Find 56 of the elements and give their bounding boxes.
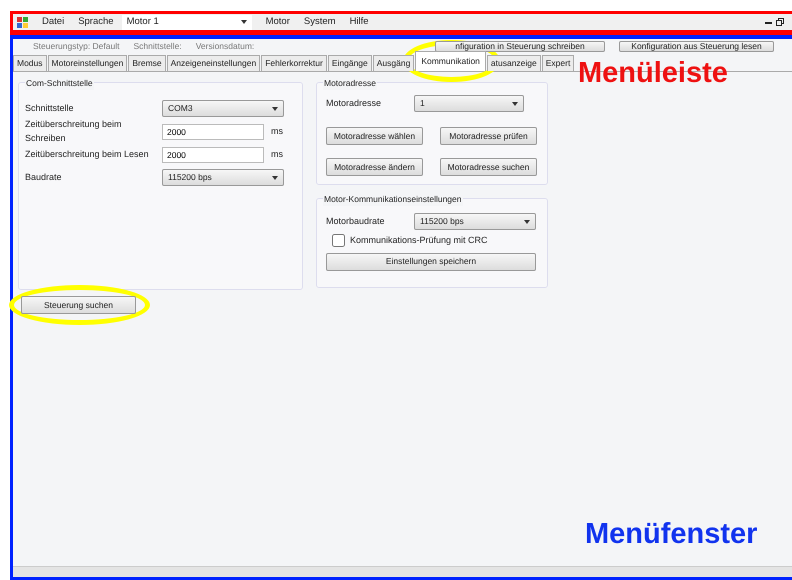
info-text: Steuerungstyp: Default (33, 40, 120, 52)
search-controller-button[interactable]: Steuerung suchen (21, 296, 136, 314)
config-read-button[interactable]: Konfiguration aus Steuerung lesen (619, 40, 774, 52)
field-label: Motoradresse (326, 96, 382, 110)
caret-icon (512, 102, 518, 106)
menu-item[interactable]: Datei (42, 14, 64, 30)
menu-item[interactable]: Hilfe (350, 14, 369, 30)
unit-label: ms (271, 148, 283, 161)
config-write-button[interactable]: nfiguration in Steuerung schreiben (435, 40, 605, 52)
caret-icon (240, 20, 247, 24)
dropdown[interactable]: 115200 bps (414, 213, 536, 230)
info-text: Schnittstelle: (133, 40, 182, 52)
info-text: Versionsdatum: (196, 40, 254, 52)
group-title: Motoradresse (323, 77, 377, 90)
address-button[interactable]: Motoradresse suchen (440, 158, 537, 176)
tab[interactable]: Expert (542, 55, 574, 71)
save-settings-button[interactable]: Einstellungen speichern (326, 252, 536, 270)
menu-item[interactable]: System (304, 14, 336, 30)
tab[interactable]: Modus (13, 55, 47, 71)
tab[interactable]: Eingänge (328, 55, 372, 71)
caret-icon (524, 220, 530, 224)
tab[interactable]: Ausgäng (372, 55, 414, 71)
checkbox[interactable] (332, 234, 345, 248)
unit-label: ms (271, 124, 283, 138)
address-button[interactable]: Motoradresse ändern (326, 158, 423, 176)
tab[interactable]: atusanzeige (486, 55, 541, 71)
tab[interactable]: Anzeigeneinstellungen (166, 55, 260, 71)
address-button[interactable]: Motoradresse wählen (326, 127, 423, 145)
field-label: Zeitüberschreitung beim Lesen (25, 148, 150, 161)
field-label: Baudrate (25, 170, 63, 184)
tab[interactable]: Motoreinstellungen (48, 55, 128, 71)
caret-icon (272, 106, 278, 110)
field-label: Schnittstelle (25, 102, 75, 115)
input-field[interactable]: 2000 (162, 124, 264, 140)
app-icon (17, 16, 28, 28)
tab[interactable]: Fehlerkorrektur (261, 55, 327, 71)
checkbox-label: Kommunikations-Prüfung mit CRC (350, 234, 488, 247)
motor-select[interactable]: Motor 1 (122, 14, 252, 30)
caret-icon (272, 176, 278, 180)
dropdown[interactable]: 115200 bps (162, 169, 284, 186)
group-title: Motor-Kommunikationseinstellungen (323, 193, 462, 206)
input-field[interactable]: 2000 (162, 146, 264, 162)
minimize-icon[interactable] (764, 20, 772, 24)
address-button[interactable]: Motoradresse prüfen (440, 127, 537, 145)
dropdown[interactable]: 1 (414, 95, 524, 112)
restore-icon[interactable] (776, 18, 784, 26)
field-label: Zeitüberschreitung beim Schreiben (25, 118, 123, 144)
group-title: Com-Schnittstelle (25, 77, 94, 90)
field-label: Motorbaudrate (326, 214, 386, 228)
dropdown[interactable]: COM3 (162, 100, 284, 117)
menu-item[interactable]: Motor (266, 14, 290, 30)
tab[interactable]: Bremse (128, 55, 166, 71)
annotation-label: Menüfenster (585, 520, 758, 549)
annotation-label: Menüleiste (578, 59, 728, 88)
tab[interactable]: Kommunikation (415, 51, 486, 71)
menu-item[interactable]: Sprache (78, 14, 114, 30)
